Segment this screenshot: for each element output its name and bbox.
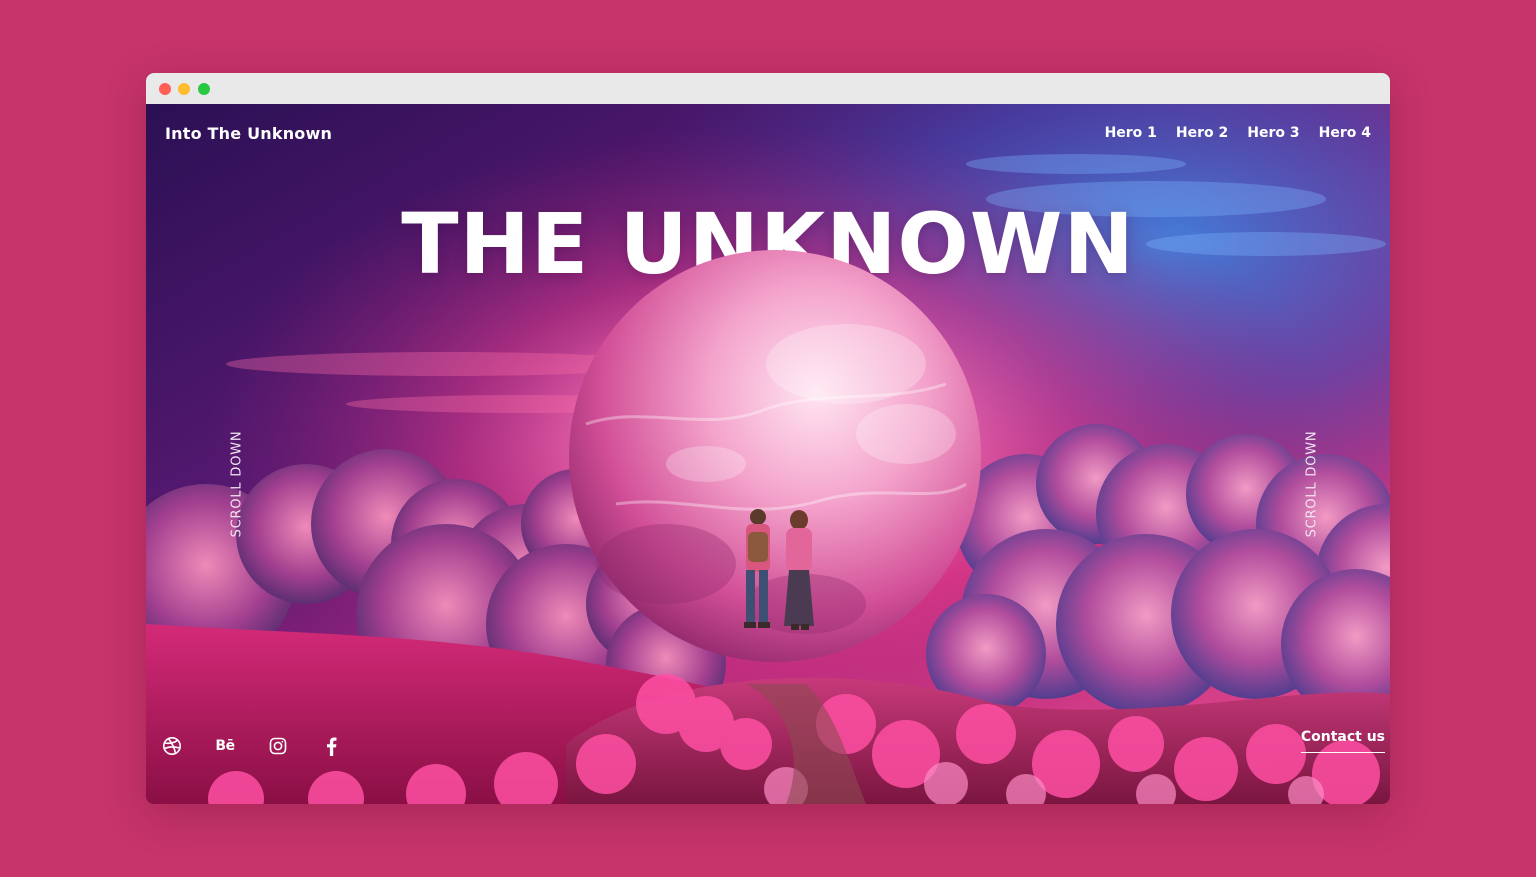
instagram-icon[interactable] [260, 736, 296, 756]
scroll-down-right-label: SCROLL DOWN [1304, 430, 1320, 538]
site-brand[interactable]: Into The Unknown [165, 124, 332, 143]
nav-item-hero-2[interactable]: Hero 2 [1176, 125, 1228, 141]
nav-item-hero-1[interactable]: Hero 1 [1105, 125, 1157, 141]
scroll-down-left-label: SCROLL DOWN [229, 430, 245, 538]
window-close-button[interactable] [159, 83, 171, 95]
window-maximize-button[interactable] [198, 83, 210, 95]
contact-us-link[interactable]: Contact us [1300, 729, 1385, 753]
dribbble-icon[interactable] [154, 736, 190, 756]
hero-title: THE UNKNOWN [401, 195, 1135, 293]
main-nav: Hero 1 Hero 2 Hero 3 Hero 4 [1105, 125, 1371, 141]
window-minimize-button[interactable] [178, 83, 190, 95]
browser-window: Into The Unknown Hero 1 Hero 2 Hero 3 He… [146, 73, 1390, 804]
facebook-icon[interactable] [313, 736, 349, 756]
nav-item-hero-4[interactable]: Hero 4 [1319, 125, 1371, 141]
window-titlebar [146, 73, 1390, 104]
behance-icon[interactable]: Bē [207, 736, 243, 756]
scroll-down-left[interactable]: SCROLL DOWN [227, 428, 247, 540]
social-links: Bē [154, 736, 366, 756]
hero-section: Into The Unknown Hero 1 Hero 2 Hero 3 He… [146, 104, 1390, 804]
scroll-down-right[interactable]: SCROLL DOWN [1302, 428, 1322, 540]
nav-item-hero-3[interactable]: Hero 3 [1247, 125, 1299, 141]
behance-icon-label: Bē [215, 738, 235, 754]
